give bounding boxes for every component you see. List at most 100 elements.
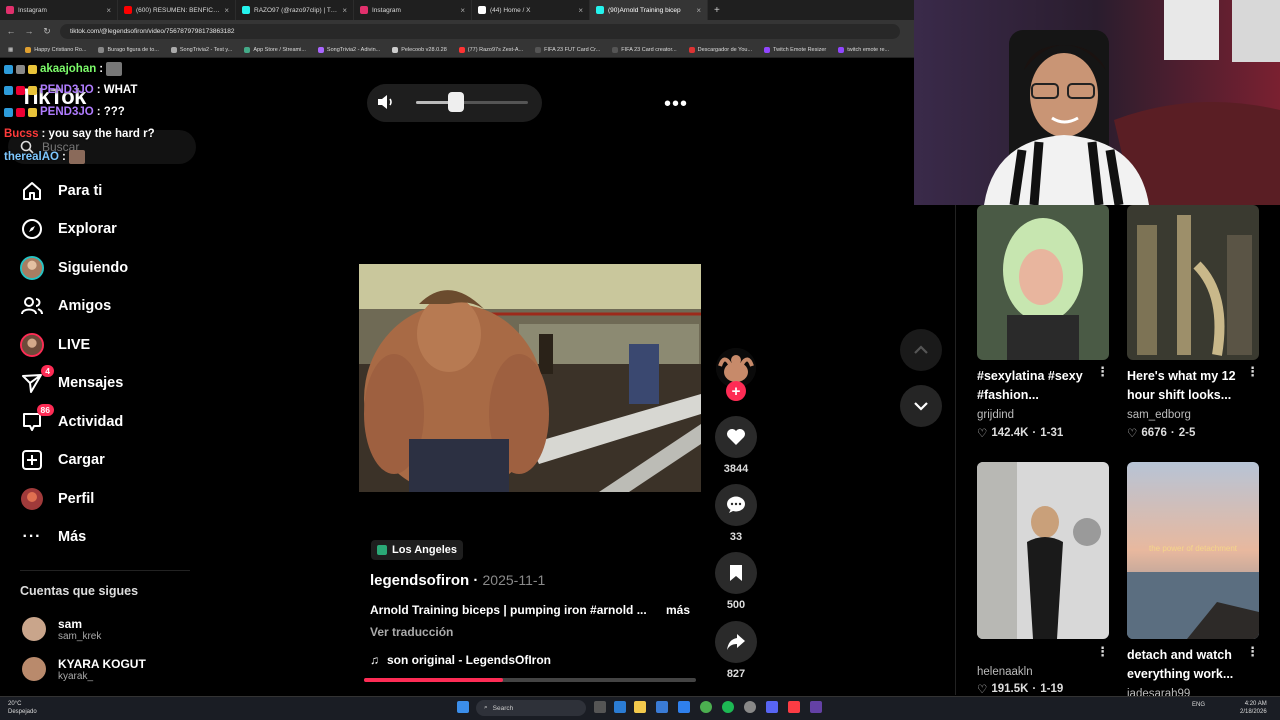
taskbar-search[interactable]: ⌕ Search	[476, 700, 586, 716]
close-icon[interactable]: ×	[224, 6, 229, 15]
video-player[interactable]	[359, 264, 701, 492]
browser-tab-active[interactable]: (90)Arnold Training bicep ×	[590, 0, 708, 20]
messages-icon: 4	[20, 365, 54, 395]
nav-mensajes[interactable]: 4 Mensajes	[20, 365, 200, 398]
close-icon[interactable]: ×	[106, 6, 111, 15]
save-button[interactable]	[715, 552, 757, 594]
speaker-icon[interactable]	[377, 94, 395, 110]
bookmark[interactable]: Pelecoob v28.0.28	[392, 46, 447, 53]
bookmark[interactable]: FIFA 23 FUT Card Cr...	[535, 46, 600, 53]
back-icon[interactable]: ←	[6, 26, 16, 36]
more-link[interactable]: más	[666, 603, 690, 617]
suggested-video-title[interactable]: #sexylatina #sexy #fashion...	[977, 367, 1107, 405]
close-icon[interactable]: ×	[460, 6, 465, 15]
comment-button[interactable]	[715, 484, 757, 526]
obs-icon[interactable]	[810, 701, 822, 713]
bookmark-icon	[730, 565, 742, 581]
app-icon[interactable]	[744, 701, 756, 713]
music-link[interactable]: ♫ son original - LegendsOfIron	[370, 653, 551, 667]
video-description: Arnold Training biceps | pumping iron #a…	[370, 603, 690, 617]
edge-icon[interactable]	[614, 701, 626, 713]
nav-actividad[interactable]: 86 Actividad	[20, 404, 200, 437]
bookmark[interactable]: Descargador de You...	[688, 46, 752, 53]
file-explorer-icon[interactable]	[634, 701, 646, 713]
activity-badge: 86	[36, 404, 54, 416]
browser-tab[interactable]: RAZO97 (@razo97clip) | TikTok ×	[236, 0, 354, 20]
heart-outline-icon: ♡	[1127, 428, 1138, 440]
music-app-icon[interactable]	[788, 701, 800, 713]
suggested-video-title[interactable]: Here's what my 12 hour shift looks...	[1127, 367, 1257, 405]
reload-icon[interactable]: ↻	[42, 26, 52, 37]
store-icon[interactable]	[656, 701, 668, 713]
close-icon[interactable]: ×	[578, 6, 583, 15]
suggested-video-user[interactable]: helenaakln	[977, 666, 1033, 678]
live-avatar-icon	[20, 333, 44, 357]
spotify-icon[interactable]	[722, 701, 734, 713]
like-button[interactable]	[715, 416, 757, 458]
panel-divider	[955, 205, 956, 695]
nav-perfil[interactable]: Perfil	[20, 484, 200, 514]
bookmark[interactable]: SongTrivia2 - Adivin...	[317, 46, 380, 53]
close-icon[interactable]: ×	[342, 6, 347, 15]
mail-icon[interactable]	[678, 701, 690, 713]
windows-start-icon[interactable]	[457, 701, 469, 713]
nav-live[interactable]: LIVE	[20, 330, 200, 360]
suggested-video-thumbnail[interactable]: the power of detachment	[1127, 462, 1259, 639]
followed-account[interactable]: KYARA KOGUT kyarak_	[22, 654, 202, 684]
suggested-video-user[interactable]: sam_edborg	[1127, 409, 1191, 421]
video-author[interactable]: legendsofiron · 2025-11-1	[370, 572, 545, 589]
more-options-icon[interactable]: ⋮	[1096, 644, 1109, 660]
nav-para-ti[interactable]: Para ti	[20, 176, 200, 206]
browser-tab[interactable]: (44) Home / X ×	[472, 0, 590, 20]
more-options-icon[interactable]: ⋮	[1096, 364, 1109, 380]
followed-account[interactable]: sam sam_krek	[22, 614, 202, 644]
more-options-icon[interactable]: ⋮	[1246, 364, 1259, 380]
suggested-video-user[interactable]: jadesarah99	[1127, 688, 1190, 696]
next-video-button[interactable]	[900, 385, 942, 427]
bookmark[interactable]: Burago figura de to...	[98, 46, 159, 53]
clock[interactable]: 4:20 AM 2/18/2026	[1240, 700, 1267, 716]
tiktok-icon	[242, 6, 250, 14]
url-field[interactable]: tiktok.com/@legendsofiron/video/75678797…	[60, 23, 900, 39]
close-icon[interactable]: ×	[696, 6, 701, 15]
bookmark[interactable]: FIFA 23 Card creator...	[612, 46, 677, 53]
avatar	[22, 657, 46, 681]
thumbnail-overlay-text: the power of detachment	[1148, 544, 1238, 553]
browser-tab[interactable]: Instagram ×	[0, 0, 118, 20]
bookmark[interactable]: twitch emote re...	[838, 46, 889, 53]
system-tray[interactable]: ENG	[1192, 702, 1205, 708]
nav-amigos[interactable]: Amigos	[20, 291, 200, 321]
following-avatar-icon	[20, 256, 44, 280]
nav-explorar[interactable]: Explorar	[20, 214, 200, 244]
suggested-video-title[interactable]: detach and watch everything work...	[1127, 646, 1257, 684]
new-tab-button[interactable]: +	[708, 5, 720, 16]
task-view-icon[interactable]	[594, 701, 606, 713]
suggested-video-thumbnail[interactable]	[977, 205, 1109, 360]
follow-button[interactable]: +	[726, 381, 746, 401]
discord-icon[interactable]	[766, 701, 778, 713]
previous-video-button[interactable]	[900, 329, 942, 371]
location-tag[interactable]: Los Angeles	[371, 540, 463, 560]
apps-icon[interactable]: ▦	[8, 47, 13, 53]
weather-widget[interactable]: 20°C Despejado	[8, 700, 37, 716]
forward-icon[interactable]: →	[24, 26, 34, 36]
share-button[interactable]	[715, 621, 757, 663]
more-options-icon[interactable]: ⋮	[1246, 644, 1259, 660]
bookmark[interactable]: SongTrivia2 - Test y...	[170, 46, 232, 53]
nav-cargar[interactable]: Cargar	[20, 445, 200, 475]
translate-link[interactable]: Ver traducción	[370, 625, 453, 639]
volume-slider-handle[interactable]	[448, 92, 465, 112]
suggested-video-thumbnail[interactable]	[977, 462, 1109, 639]
suggested-video-user[interactable]: grijdind	[977, 409, 1014, 421]
bookmark[interactable]: Twitch Emote Resizer	[764, 46, 826, 53]
bookmark[interactable]: (77) Razo97s Zest-A...	[458, 46, 523, 53]
suggested-video-thumbnail[interactable]	[1127, 205, 1259, 360]
browser-tab[interactable]: Instagram ×	[354, 0, 472, 20]
nav-mas[interactable]: ··· Más	[20, 522, 200, 552]
chrome-icon[interactable]	[700, 701, 712, 713]
nav-siguiendo[interactable]: Siguiendo	[20, 253, 200, 283]
browser-tab[interactable]: (600) RESUMEN: BENFICA 0-1 R×	[118, 0, 236, 20]
bookmark[interactable]: App Store / Streami...	[244, 46, 306, 53]
more-options-icon[interactable]: •••	[664, 93, 688, 116]
bookmark[interactable]: Happy Cristiano Ro...	[25, 46, 86, 53]
